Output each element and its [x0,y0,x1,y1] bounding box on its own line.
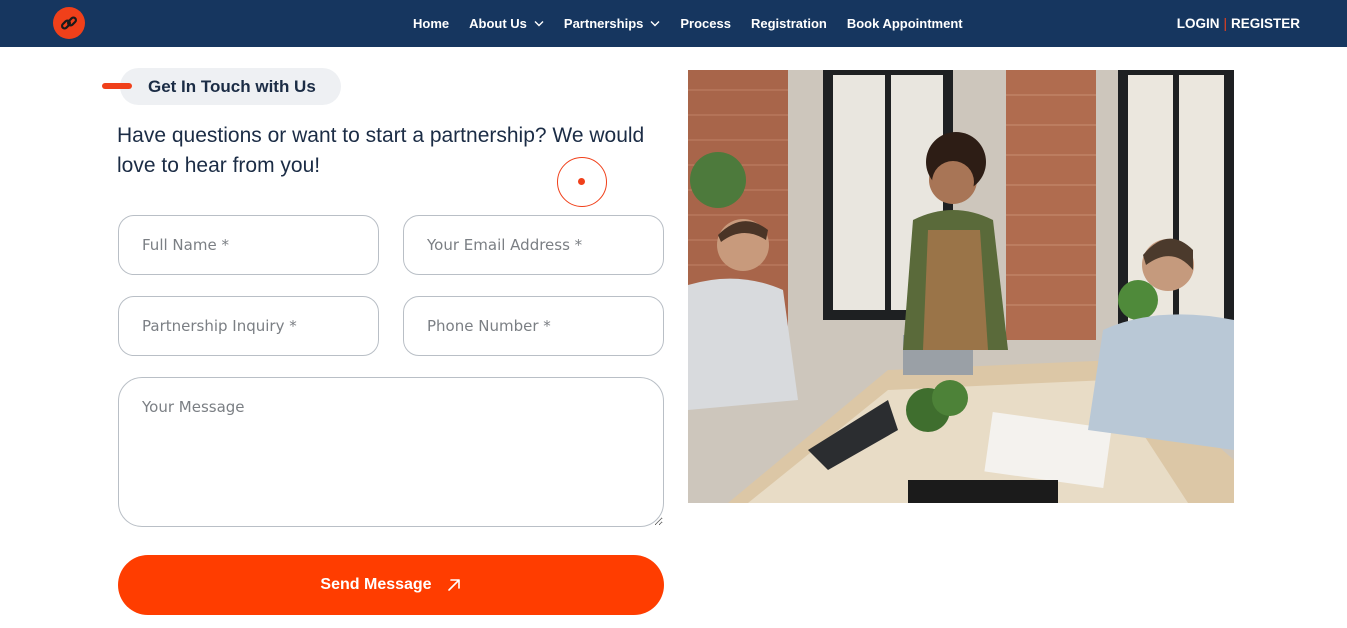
partnership-inquiry-input[interactable] [118,296,379,356]
register-link[interactable]: REGISTER [1231,16,1300,31]
auth-links: LOGIN | REGISTER [1177,0,1300,47]
meeting-photo [688,70,1234,503]
nav-item-label: Process [680,16,731,31]
chevron-down-icon [650,21,660,27]
nav-item-label: Book Appointment [846,16,963,31]
send-message-button[interactable]: Send Message [118,555,664,615]
top-navbar: Home About Us Partnerships Process Regis… [0,0,1347,47]
nav-item-book-appointment[interactable]: Book Appointment [847,16,963,31]
send-message-label: Send Message [320,576,432,593]
auth-separator: | [1223,16,1227,31]
phone-number-input[interactable] [403,296,664,356]
nav-item-label: Home [413,16,450,31]
logo-link-icon[interactable] [53,7,85,39]
arrow-up-right-icon [447,579,460,591]
eyebrow-accent-dash [102,83,132,89]
ring-dot [578,178,585,185]
meeting-photo-illustration [688,70,1234,503]
eyebrow-label: Get In Touch with Us [148,77,316,96]
nav-item-label: Registration [750,16,827,31]
nav-item-registration[interactable]: Registration [751,16,827,31]
full-name-input[interactable] [118,215,379,275]
login-link[interactable]: LOGIN [1177,16,1220,31]
chevron-down-icon [534,21,544,27]
email-input[interactable] [403,215,664,275]
nav-links: Home About Us Partnerships Process Regis… [413,0,983,47]
nav-item-about-us[interactable]: About Us [469,16,544,31]
nav-item-process[interactable]: Process [680,16,731,31]
nav-item-home[interactable]: Home [413,16,449,31]
nav-item-label: Partnerships [563,16,644,31]
nav-item-partnerships[interactable]: Partnerships [564,16,660,31]
decorative-ring-icon [557,157,607,207]
nav-item-label: About Us [469,16,527,31]
message-textarea[interactable] [118,377,664,527]
